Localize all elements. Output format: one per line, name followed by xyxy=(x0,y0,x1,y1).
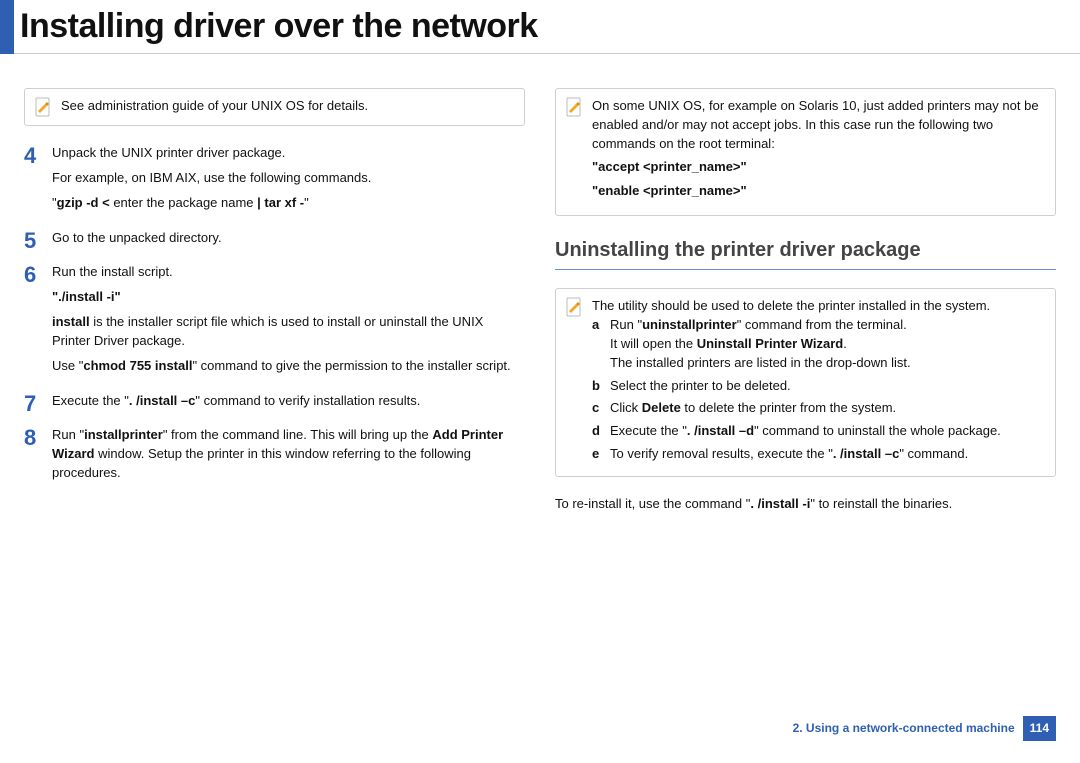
step-body: Run "installprinter" from the command li… xyxy=(52,426,525,489)
substep-body: To verify removal results, execute the "… xyxy=(610,445,1045,464)
cmd-accept: "accept <printer_name>" xyxy=(592,158,1045,177)
substep-body: Execute the ". /install –d" command to u… xyxy=(610,422,1045,441)
note-solaris-text: On some UNIX OS, for example on Solaris … xyxy=(592,97,1045,154)
note-uninstall: The utility should be used to delete the… xyxy=(555,288,1056,477)
substep-body: Select the printer to be deleted. xyxy=(610,377,1045,396)
step-5: 5 Go to the unpacked directory. xyxy=(24,229,525,254)
step-number: 8 xyxy=(24,426,52,450)
step6-command: "./install -i" xyxy=(52,288,525,307)
substep-letter: d xyxy=(592,422,610,441)
note-text: On some UNIX OS, for example on Solaris … xyxy=(592,97,1045,207)
substep-body: Run "uninstallprinter" command from the … xyxy=(610,316,1045,373)
step-body: Go to the unpacked directory. xyxy=(52,229,525,254)
step-4: 4 Unpack the UNIX printer driver package… xyxy=(24,144,525,219)
note-icon xyxy=(566,297,582,317)
note-unix-admin: See administration guide of your UNIX OS… xyxy=(24,88,525,126)
substep-letter: b xyxy=(592,377,610,396)
step-8: 8 Run "installprinter" from the command … xyxy=(24,426,525,489)
uninstall-heading: Uninstalling the printer driver package xyxy=(555,236,1056,265)
substep-c: c Click Delete to delete the printer fro… xyxy=(592,399,1045,418)
left-column: See administration guide of your UNIX OS… xyxy=(24,88,525,514)
uninstall-steps: a Run "uninstallprinter" command from th… xyxy=(592,316,1045,464)
step-6: 6 Run the install script. "./install -i"… xyxy=(24,263,525,381)
note-text: The utility should be used to delete the… xyxy=(592,297,1045,468)
step-number: 4 xyxy=(24,144,52,168)
step4-line1: Unpack the UNIX printer driver package. xyxy=(52,144,525,163)
substep-body: Click Delete to delete the printer from … xyxy=(610,399,1045,418)
step-body: Run the install script. "./install -i" i… xyxy=(52,263,525,381)
step4-command: "gzip -d < enter the package name | tar … xyxy=(52,194,525,213)
step5-line1: Go to the unpacked directory. xyxy=(52,229,525,248)
cmd-enable: "enable <printer_name>" xyxy=(592,182,1045,201)
step-body: Execute the ". /install –c" command to v… xyxy=(52,392,525,417)
substep-b: b Select the printer to be deleted. xyxy=(592,377,1045,396)
step8-text: Run "installprinter" from the command li… xyxy=(52,426,525,483)
step-body: Unpack the UNIX printer driver package. … xyxy=(52,144,525,219)
step6-desc: install is the installer script file whi… xyxy=(52,313,525,351)
note-icon xyxy=(35,97,51,117)
right-column: On some UNIX OS, for example on Solaris … xyxy=(555,88,1056,514)
page-footer: 2. Using a network-connected machine 114 xyxy=(793,716,1056,741)
step-number: 6 xyxy=(24,263,52,287)
reinstall-text: To re-install it, use the command ". /in… xyxy=(555,495,1056,514)
substep-a: a Run "uninstallprinter" command from th… xyxy=(592,316,1045,373)
page-title: Installing driver over the network xyxy=(20,2,538,51)
page-number: 114 xyxy=(1023,716,1056,741)
step-7: 7 Execute the ". /install –c" command to… xyxy=(24,392,525,417)
note-solaris: On some UNIX OS, for example on Solaris … xyxy=(555,88,1056,216)
substep-letter: c xyxy=(592,399,610,418)
substep-d: d Execute the ". /install –d" command to… xyxy=(592,422,1045,441)
step-number: 7 xyxy=(24,392,52,416)
heading-rule xyxy=(555,269,1056,270)
step7-text: Execute the ". /install –c" command to v… xyxy=(52,392,525,411)
step-number: 5 xyxy=(24,229,52,253)
chapter-label: 2. Using a network-connected machine xyxy=(793,720,1015,737)
step4-line2: For example, on IBM AIX, use the followi… xyxy=(52,169,525,188)
substep-letter: e xyxy=(592,445,610,464)
title-accent xyxy=(0,0,14,54)
note-icon xyxy=(566,97,582,117)
content-columns: See administration guide of your UNIX OS… xyxy=(0,58,1080,514)
substep-letter: a xyxy=(592,316,610,373)
step6-perm: Use "chmod 755 install" command to give … xyxy=(52,357,525,376)
uninstall-intro: The utility should be used to delete the… xyxy=(592,297,1045,316)
step6-line1: Run the install script. xyxy=(52,263,525,282)
note-text: See administration guide of your UNIX OS… xyxy=(61,97,514,116)
title-bar: Installing driver over the network xyxy=(0,0,1080,54)
substep-e: e To verify removal results, execute the… xyxy=(592,445,1045,464)
